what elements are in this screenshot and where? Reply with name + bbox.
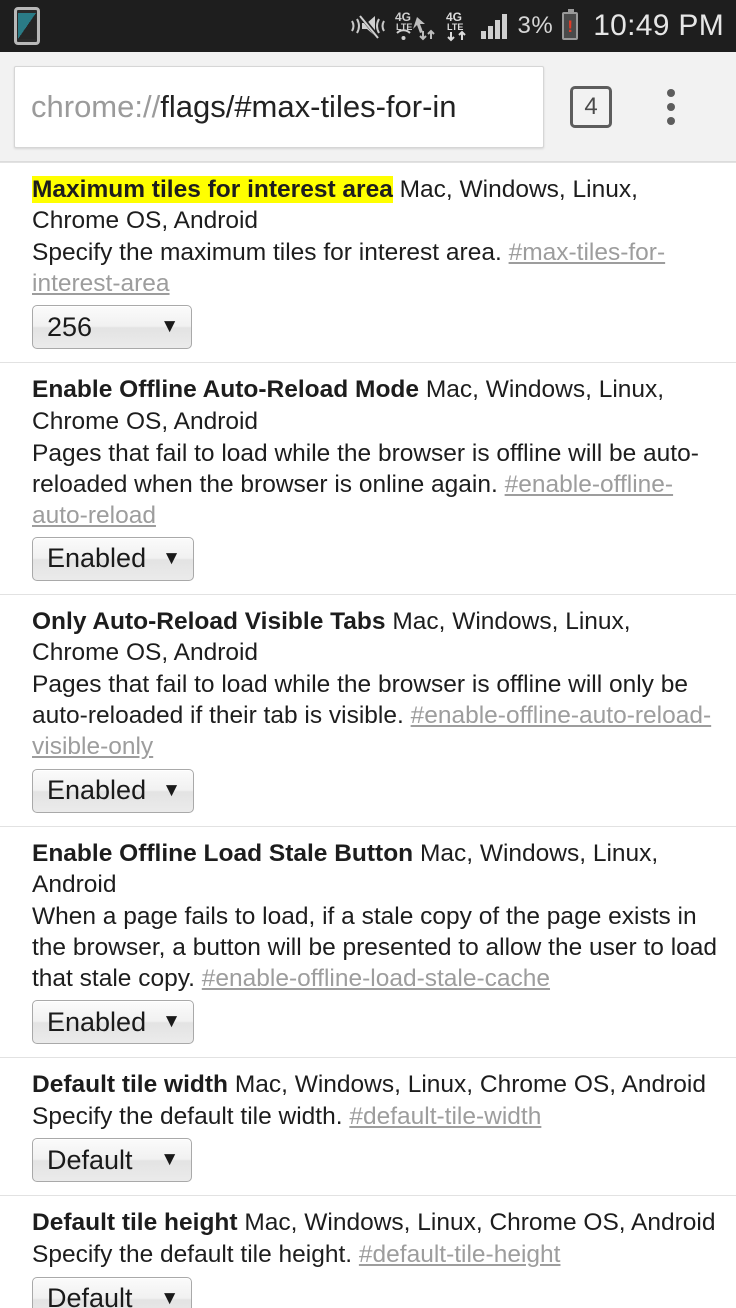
flag-entry: Maximum tiles for interest area Mac, Win… <box>0 162 736 364</box>
flag-value-label: Enabled <box>47 775 147 806</box>
battery-low-alert-icon: ! <box>562 9 579 40</box>
flag-title: Maximum tiles for interest area <box>32 176 393 203</box>
flag-description: When a page fails to load, if a stale co… <box>32 901 718 994</box>
battery-percent-label: 3% <box>517 12 554 39</box>
flag-description: Pages that fail to load while the browse… <box>32 438 718 531</box>
flag-description: Specify the maximum tiles for interest a… <box>32 237 718 299</box>
tab-count-label: 4 <box>584 92 598 120</box>
flag-title: Default tile height <box>32 1209 238 1237</box>
flag-value-select[interactable]: Default ▼ <box>32 1276 192 1308</box>
flag-title: Default tile width <box>32 1071 228 1099</box>
browser-toolbar: chrome://flags/#max-tiles-for-in 4 <box>0 52 736 162</box>
flag-header: Maximum tiles for interest area Mac, Win… <box>32 174 718 236</box>
status-bar-left <box>14 7 40 45</box>
flag-value-label: Default <box>47 1144 133 1175</box>
flag-value-label: Enabled <box>47 543 147 574</box>
flag-title: Enable Offline Auto-Reload Mode <box>32 376 420 404</box>
flag-description-text: Specify the default tile height. <box>32 1241 353 1269</box>
overflow-menu-icon[interactable] <box>654 85 688 129</box>
flag-header: Only Auto-Reload Visible Tabs Mac, Windo… <box>32 606 718 668</box>
url-text: chrome://flags/#max-tiles-for-in <box>31 89 457 125</box>
status-bar-clock: 10:49 PM <box>593 9 724 42</box>
flag-header: Enable Offline Load Stale Button Mac, Wi… <box>32 838 718 900</box>
flag-value-select[interactable]: Enabled ▼ <box>32 768 194 813</box>
url-bar[interactable]: chrome://flags/#max-tiles-for-in <box>14 65 544 148</box>
flag-value-label: 256 <box>47 311 93 342</box>
flag-permalink[interactable]: #default-tile-height <box>359 1241 561 1268</box>
flags-list: Maximum tiles for interest area Mac, Win… <box>0 162 736 1308</box>
flag-value-label: Default <box>47 1283 133 1308</box>
flag-description: Specify the default tile height. #defaul… <box>32 1239 718 1270</box>
flag-entry: Enable Offline Auto-Reload Mode Mac, Win… <box>0 363 736 595</box>
flag-entry: Default tile height Mac, Windows, Linux,… <box>0 1196 736 1308</box>
chevron-down-icon: ▼ <box>162 779 181 801</box>
tab-switcher-button[interactable]: 4 <box>570 85 612 128</box>
flag-platforms: Mac, Windows, Linux, Chrome OS, Android <box>234 1071 706 1099</box>
chevron-down-icon: ▼ <box>162 547 181 569</box>
4g-lte-data-icon: 4G LTE <box>444 9 474 43</box>
flag-platforms: Mac, Windows, Linux, Chrome OS, Android <box>244 1209 716 1237</box>
flag-header: Default tile height Mac, Windows, Linux,… <box>32 1207 718 1238</box>
flag-description-text: Specify the default tile width. <box>32 1103 343 1131</box>
flag-value-select[interactable]: 256 ▼ <box>32 305 192 350</box>
flag-description-text: Specify the maximum tiles for interest a… <box>32 239 502 267</box>
chevron-down-icon: ▼ <box>160 1149 179 1171</box>
flag-title: Enable Offline Load Stale Button <box>32 839 414 867</box>
flag-value-label: Enabled <box>47 1006 147 1037</box>
flag-value-select[interactable]: Enabled ▼ <box>32 536 194 581</box>
flag-permalink[interactable]: #enable-offline-load-stale-cache <box>202 965 550 992</box>
status-bar-right: 4G LTE 4G LTE 3% ! 10:49 PM <box>348 9 725 43</box>
flag-entry: Default tile width Mac, Windows, Linux, … <box>0 1058 736 1197</box>
url-rest: flags/#max-tiles-for-in <box>160 88 457 124</box>
flag-permalink[interactable]: #default-tile-width <box>349 1103 541 1130</box>
chevron-down-icon: ▼ <box>162 1011 181 1033</box>
4g-lte-wifi-data-icon: 4G LTE <box>395 9 437 43</box>
chevron-down-icon: ▼ <box>160 1287 179 1308</box>
url-scheme: chrome:// <box>31 88 161 124</box>
svg-text:LTE: LTE <box>447 22 463 32</box>
flag-header: Enable Offline Auto-Reload Mode Mac, Win… <box>32 374 718 436</box>
chevron-down-icon: ▼ <box>160 316 179 338</box>
flag-entry: Enable Offline Load Stale Button Mac, Wi… <box>0 827 736 1059</box>
signal-bars-icon <box>480 13 511 39</box>
flag-header: Default tile width Mac, Windows, Linux, … <box>32 1069 718 1100</box>
flag-description: Pages that fail to load while the browse… <box>32 669 718 762</box>
flag-title: Only Auto-Reload Visible Tabs <box>32 607 386 635</box>
flag-description: Specify the default tile width. #default… <box>32 1101 718 1132</box>
phone-icon <box>14 7 40 45</box>
android-status-bar: 4G LTE 4G LTE 3% ! 10:49 PM <box>0 0 736 52</box>
flag-entry: Only Auto-Reload Visible Tabs Mac, Windo… <box>0 595 736 827</box>
flag-value-select[interactable]: Default ▼ <box>32 1138 192 1183</box>
flag-value-select[interactable]: Enabled ▼ <box>32 1000 194 1045</box>
volume-mute-vibrate-icon <box>348 11 388 41</box>
